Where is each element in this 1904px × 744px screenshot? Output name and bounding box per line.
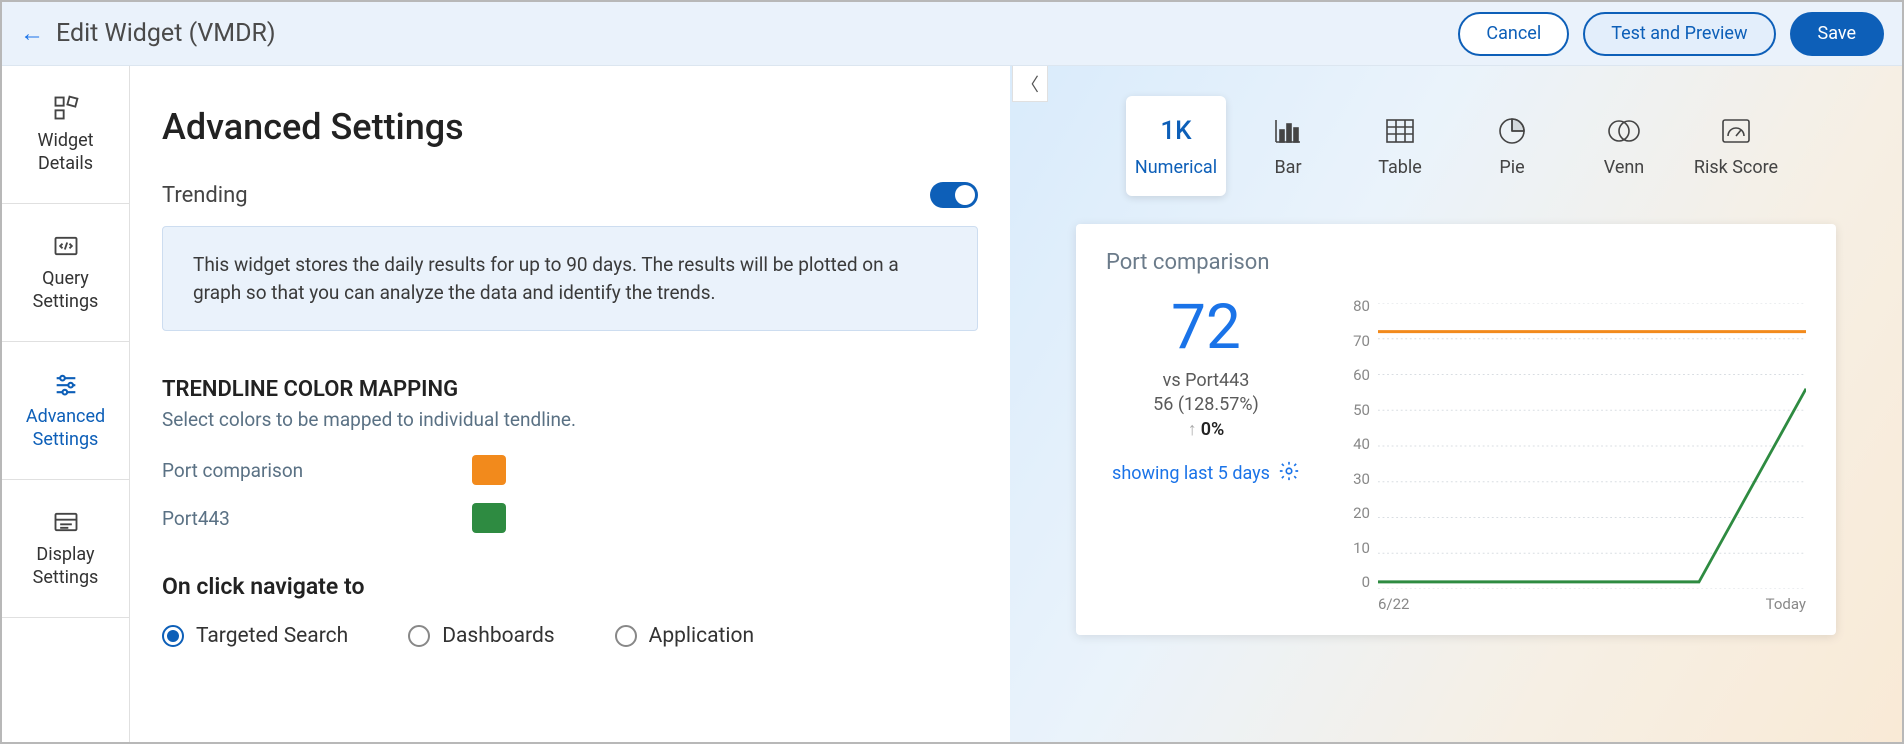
preview-panel: 1K Numerical Bar Table bbox=[1010, 66, 1902, 742]
radio-dashboards[interactable]: Dashboards bbox=[408, 624, 554, 648]
table-icon bbox=[1386, 115, 1414, 147]
widgets-icon bbox=[52, 94, 80, 122]
chart-type-label: Risk Score bbox=[1694, 157, 1778, 178]
trending-toggle[interactable] bbox=[930, 182, 978, 208]
x-axis-labels: 6/22 Today bbox=[1378, 595, 1806, 613]
sliders-icon bbox=[52, 370, 80, 398]
layout-icon bbox=[52, 508, 80, 536]
x-start-label: 6/22 bbox=[1378, 595, 1409, 613]
gear-icon bbox=[1278, 460, 1300, 487]
test-preview-button[interactable]: Test and Preview bbox=[1583, 12, 1775, 56]
onclick-nav-title: On click navigate to bbox=[162, 573, 978, 600]
trendline-title: TRENDLINE COLOR MAPPING bbox=[162, 377, 978, 402]
big-number: 72 bbox=[1106, 297, 1306, 359]
chevron-left-icon: 〈 bbox=[1021, 71, 1039, 97]
sidebar-item-label: Advanced Settings bbox=[10, 406, 121, 451]
save-button[interactable]: Save bbox=[1790, 12, 1885, 56]
chart-type-numerical[interactable]: 1K Numerical bbox=[1126, 96, 1226, 196]
chart-type-venn[interactable]: Venn bbox=[1574, 96, 1674, 196]
sidebar: Widget Details Query Settings Advanced S… bbox=[2, 66, 130, 742]
chart-type-label: Numerical bbox=[1135, 157, 1217, 178]
code-icon bbox=[52, 232, 80, 260]
series-label: Port443 bbox=[162, 507, 452, 530]
pie-chart-icon bbox=[1498, 115, 1526, 147]
color-row-port443: Port443 bbox=[162, 503, 978, 533]
back-arrow-icon[interactable]: ← bbox=[20, 19, 44, 48]
chart-type-label: Bar bbox=[1274, 157, 1301, 178]
color-swatch-port443[interactable] bbox=[472, 503, 506, 533]
chart-type-risk-score[interactable]: Risk Score bbox=[1686, 96, 1786, 196]
page-title: Edit Widget (VMDR) bbox=[56, 19, 1458, 48]
preview-card: Port comparison 72 vs Port443 56 (128.57… bbox=[1076, 224, 1836, 635]
sidebar-item-advanced-settings[interactable]: Advanced Settings bbox=[2, 342, 129, 480]
preview-card-title: Port comparison bbox=[1106, 250, 1806, 275]
sidebar-item-label: Widget Details bbox=[10, 130, 121, 175]
numerical-icon: 1K bbox=[1160, 115, 1191, 147]
secondary-value: 56 (128.57%) bbox=[1106, 393, 1306, 417]
color-swatch-port-comparison[interactable] bbox=[472, 455, 506, 485]
trending-info-box: This widget stores the daily results for… bbox=[162, 226, 978, 331]
radio-label: Application bbox=[649, 624, 754, 648]
showing-days-button[interactable]: showing last 5 days bbox=[1106, 460, 1306, 487]
venn-icon bbox=[1608, 115, 1640, 147]
sidebar-item-widget-details[interactable]: Widget Details bbox=[2, 66, 129, 204]
y-axis-ticks: 80706050403020100 bbox=[1330, 297, 1370, 591]
cancel-button[interactable]: Cancel bbox=[1458, 12, 1569, 56]
header-actions: Cancel Test and Preview Save bbox=[1458, 12, 1884, 56]
showing-label: showing last 5 days bbox=[1112, 463, 1270, 484]
chart-type-pie[interactable]: Pie bbox=[1462, 96, 1562, 196]
radio-icon bbox=[615, 625, 637, 647]
chart-plot-area bbox=[1378, 303, 1806, 589]
settings-panel: Advanced Settings Trending This widget s… bbox=[130, 66, 1010, 742]
header: ← Edit Widget (VMDR) Cancel Test and Pre… bbox=[2, 2, 1902, 66]
color-row-port-comparison: Port comparison bbox=[162, 455, 978, 485]
series-label: Port comparison bbox=[162, 459, 452, 482]
radio-application[interactable]: Application bbox=[615, 624, 754, 648]
gauge-icon bbox=[1721, 115, 1751, 147]
radio-icon bbox=[162, 625, 184, 647]
vs-label: vs Port443 bbox=[1106, 369, 1306, 393]
radio-label: Targeted Search bbox=[196, 624, 348, 648]
arrow-up-icon: ↑ bbox=[1188, 418, 1197, 442]
x-end-label: Today bbox=[1766, 595, 1806, 613]
chart-type-bar[interactable]: Bar bbox=[1238, 96, 1338, 196]
radio-icon bbox=[408, 625, 430, 647]
radio-targeted-search[interactable]: Targeted Search bbox=[162, 624, 348, 648]
sidebar-item-label: Display Settings bbox=[10, 544, 121, 589]
sidebar-item-query-settings[interactable]: Query Settings bbox=[2, 204, 129, 342]
chart-type-table[interactable]: Table bbox=[1350, 96, 1450, 196]
sidebar-item-display-settings[interactable]: Display Settings bbox=[2, 480, 129, 618]
chart-type-label: Pie bbox=[1499, 157, 1524, 178]
chart-type-label: Table bbox=[1378, 157, 1422, 178]
chart-type-label: Venn bbox=[1604, 157, 1645, 178]
sidebar-item-label: Query Settings bbox=[10, 268, 121, 313]
delta-value: ↑ 0% bbox=[1106, 418, 1306, 442]
delta-text: 0% bbox=[1201, 418, 1225, 442]
chart-type-selector: 1K Numerical Bar Table bbox=[1126, 96, 1786, 196]
collapse-panel-button[interactable]: 〈 bbox=[1012, 66, 1048, 102]
bar-chart-icon bbox=[1274, 115, 1302, 147]
trending-label: Trending bbox=[162, 183, 248, 208]
trend-chart: 80706050403020100 6/22 Today bbox=[1330, 297, 1806, 617]
trendline-subtitle: Select colors to be mapped to individual… bbox=[162, 408, 978, 431]
onclick-radio-group: Targeted Search Dashboards Application bbox=[162, 624, 978, 648]
radio-label: Dashboards bbox=[442, 624, 554, 648]
settings-heading: Advanced Settings bbox=[162, 106, 978, 148]
preview-summary: 72 vs Port443 56 (128.57%) ↑ 0% showing … bbox=[1106, 297, 1306, 617]
